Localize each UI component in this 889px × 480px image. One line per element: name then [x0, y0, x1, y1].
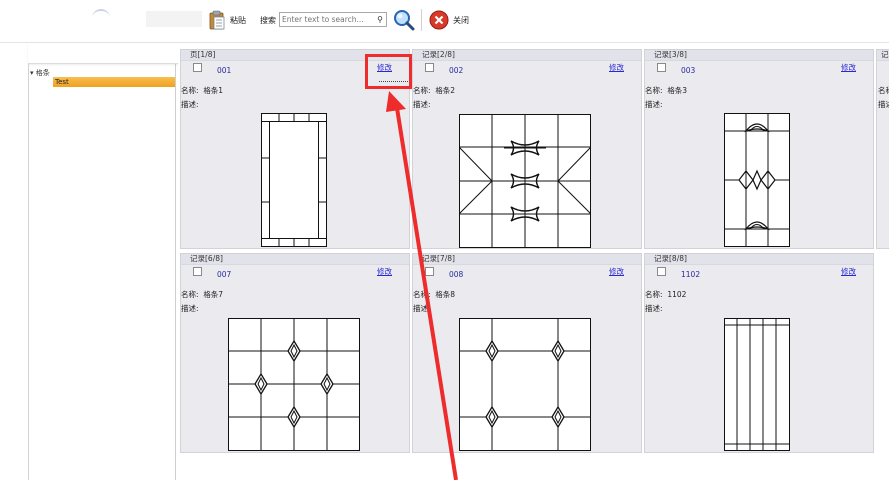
name-value: 格条3: [667, 86, 688, 95]
card-description-label: 描述: [878, 100, 889, 109]
card-description-label: 描述:: [645, 304, 663, 313]
record-card[interactable]: 记录[8/8] 1102 修改 名称: 1102 描述:: [644, 253, 874, 453]
name-value: 1102: [667, 290, 687, 299]
card-name: 名称: 1102: [645, 289, 686, 300]
record-grid: 页[1/8] 001 修改 名称: 格条1 描述: 记录[2/8] 002 修改: [178, 43, 889, 480]
card-header: 记录[3/8]: [645, 50, 873, 61]
card-checkbox[interactable]: [425, 267, 434, 276]
card-code: 007: [217, 270, 232, 279]
name-label: 名称:: [645, 86, 663, 95]
name-label: 名称:: [181, 290, 199, 299]
card-header: 记录[8/8]: [645, 254, 873, 265]
edit-link[interactable]: 修改: [841, 62, 856, 73]
edit-link[interactable]: 修改: [609, 266, 624, 277]
card-checkbox[interactable]: [193, 267, 202, 276]
card-checkbox[interactable]: [657, 63, 666, 72]
card-header: 记录[7/8]: [413, 254, 641, 265]
name-value: 格条2: [435, 86, 456, 95]
paste-icon[interactable]: [209, 10, 225, 30]
toolbar-faded-area: [146, 11, 202, 27]
card-name: 名称: 格条1: [181, 85, 223, 96]
card-description-label: 描述:: [181, 100, 199, 109]
grille-drawing: [261, 113, 327, 247]
toolbar-separator: [421, 9, 422, 31]
card-header: 记: [877, 50, 889, 61]
card-name: 名称: 格条2: [413, 85, 455, 96]
name-label: 名称:: [413, 86, 431, 95]
tree-root-label[interactable]: 格条: [36, 69, 50, 77]
edit-link[interactable]: 修改: [841, 266, 856, 277]
record-card[interactable]: 记录[3/8] 003 修改 名称: 格条3 描述:: [644, 49, 874, 249]
name-label: 名称:: [645, 290, 663, 299]
close-button-label[interactable]: 关闭: [453, 15, 469, 26]
card-header: 记录[2/8]: [413, 50, 641, 61]
search-small-icon[interactable]: ⚲: [377, 15, 383, 24]
card-description-label: 描述:: [413, 100, 431, 109]
tree-root-node[interactable]: ▾ 格条: [30, 68, 50, 78]
paste-button-label[interactable]: 粘贴: [230, 15, 246, 26]
name-value: 格条8: [435, 290, 456, 299]
card-code: 003: [681, 66, 696, 75]
name-value: 格条7: [203, 290, 224, 299]
toolbar-faded-icon: [92, 9, 110, 19]
toolbar: 粘贴 搜索 ⚲ 关闭: [0, 0, 889, 43]
card-description-label: 描述:: [181, 304, 199, 313]
edit-link[interactable]: 修改: [609, 62, 624, 73]
record-card[interactable]: 记录[7/8] 008 修改 名称: 格条8 描述:: [412, 253, 642, 453]
search-input[interactable]: [282, 14, 370, 25]
name-label: 名称: [878, 86, 889, 95]
card-code: 001: [217, 66, 232, 75]
card-description-label: 描述:: [645, 100, 663, 109]
card-checkbox[interactable]: [193, 63, 202, 72]
card-name: 名称: 格条8: [413, 289, 455, 300]
tree-panel-divider: [28, 63, 29, 480]
name-label: 名称:: [413, 290, 431, 299]
search-label: 搜索: [260, 16, 276, 25]
record-card[interactable]: 记录[6/8] 007 修改 名称: 格条7 描述:: [180, 253, 410, 453]
grille-drawing: [724, 113, 790, 247]
card-header: 记录[6/8]: [181, 254, 409, 265]
grille-drawing: [228, 318, 360, 451]
card-name: 名称: 格条3: [645, 85, 687, 96]
grille-drawing: [459, 318, 591, 451]
record-card-partial[interactable]: 记 名称 描述: [876, 49, 889, 249]
search-field[interactable]: ⚲: [279, 12, 387, 27]
highlight-box: [365, 54, 412, 89]
name-value: 格条1: [203, 86, 224, 95]
grille-drawing: [724, 318, 790, 451]
card-code: 008: [449, 270, 464, 279]
card-code: 002: [449, 66, 464, 75]
grille-drawing: [459, 114, 591, 248]
search-button-icon[interactable]: [393, 9, 415, 31]
tree-item-test[interactable]: Test: [53, 77, 175, 87]
card-name: 名称: 格条7: [181, 289, 223, 300]
record-card[interactable]: 记录[2/8] 002 修改 名称: 格条2 描述:: [412, 49, 642, 249]
tree-panel: ▾ 格条 Test: [16, 43, 218, 480]
name-label: 名称:: [181, 86, 199, 95]
card-checkbox[interactable]: [657, 267, 666, 276]
card-checkbox[interactable]: [425, 63, 434, 72]
card-description-label: 描述:: [413, 304, 431, 313]
card-code: 1102: [681, 270, 701, 279]
edit-link[interactable]: 修改: [377, 266, 392, 277]
close-icon[interactable]: [429, 10, 449, 30]
